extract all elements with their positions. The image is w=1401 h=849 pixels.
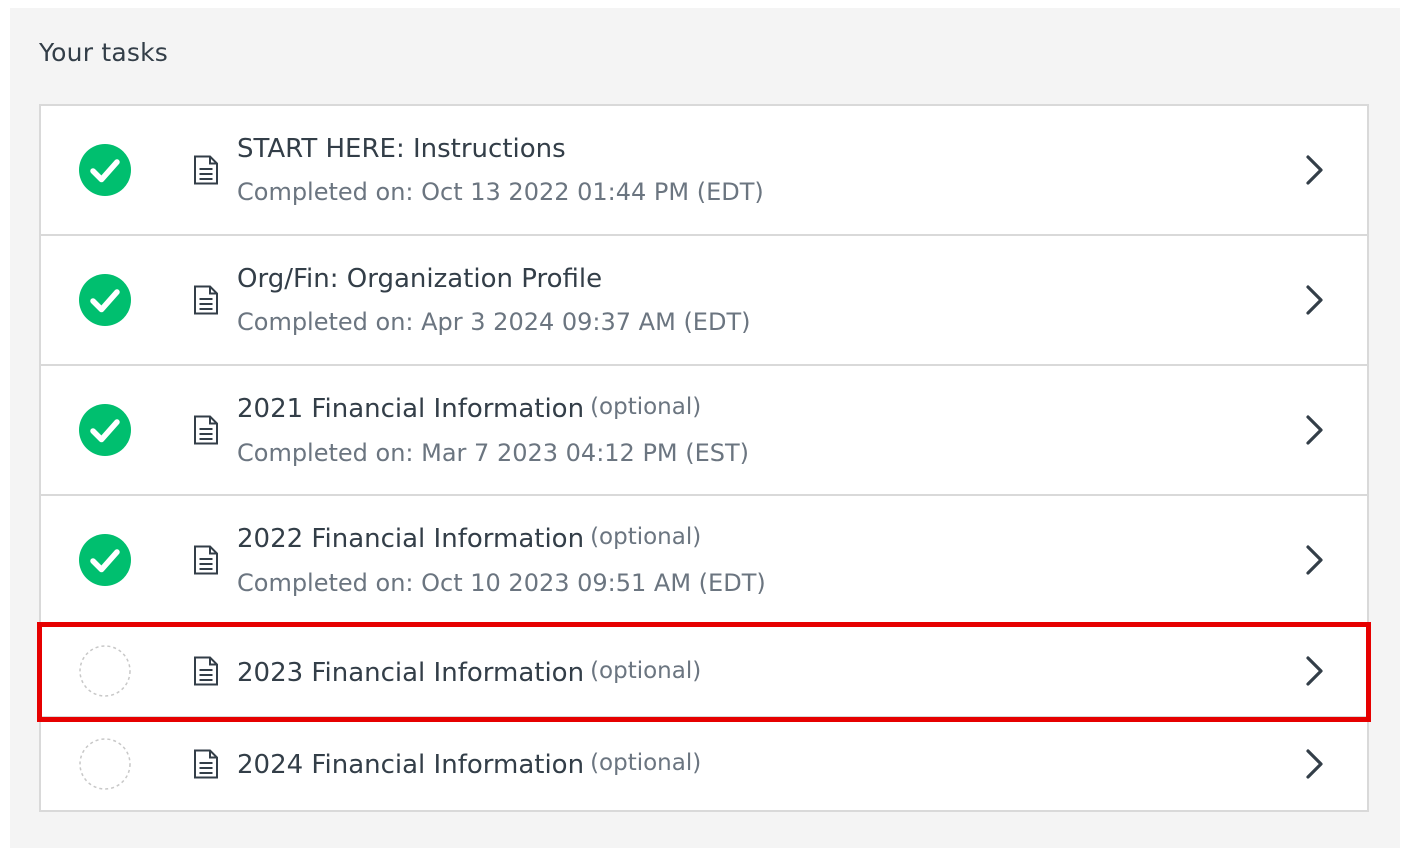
task-text: 2022 Financial Information (optional) Com… [237, 522, 1267, 598]
task-completed-date: Completed on: Mar 7 2023 04:12 PM (EST) [237, 439, 750, 467]
document-icon [193, 749, 219, 779]
task-row-organization-profile[interactable]: Org/Fin: Organization Profile Completed … [41, 236, 1367, 366]
task-text: 2024 Financial Information (optional) [237, 748, 1267, 783]
chevron-right-icon [1305, 655, 1325, 687]
document-icon [193, 415, 219, 445]
task-completed-date: Completed on: Oct 10 2023 09:51 AM (EDT) [237, 569, 766, 597]
empty-circle-icon [79, 738, 131, 790]
chevron-right-icon [1305, 284, 1325, 316]
check-circle-icon [79, 534, 131, 586]
task-row-start-here[interactable]: START HERE: Instructions Completed on: O… [41, 106, 1367, 236]
document-icon [193, 155, 219, 185]
task-row-2022-financial-information[interactable]: 2022 Financial Information (optional) Com… [41, 496, 1367, 626]
optional-label: (optional) [590, 394, 702, 420]
check-circle-icon [79, 144, 131, 196]
task-title: Org/Fin: Organization Profile [237, 264, 603, 294]
empty-circle-icon [79, 645, 131, 697]
document-icon [193, 285, 219, 315]
panel-title: Your tasks [39, 38, 168, 67]
task-title: 2022 Financial Information [237, 524, 585, 554]
task-title: START HERE: Instructions [237, 134, 566, 164]
task-title-line: START HERE: Instructions [237, 132, 1267, 166]
task-completed-date: Completed on: Oct 13 2022 01:44 PM (EDT) [237, 178, 764, 206]
chevron-right-icon [1305, 154, 1325, 186]
chevron-right-icon [1305, 544, 1325, 576]
task-title-line: Org/Fin: Organization Profile [237, 262, 1267, 296]
chevron-right-icon [1305, 748, 1325, 780]
task-title: 2024 Financial Information [237, 750, 585, 780]
optional-label: (optional) [590, 524, 702, 550]
task-row-2024-financial-information[interactable]: 2024 Financial Information (optional) [41, 718, 1367, 810]
check-circle-icon [79, 404, 131, 456]
chevron-right-icon [1305, 414, 1325, 446]
tasks-panel: Your tasks START HERE: Instructions Comp… [10, 8, 1400, 848]
task-row-2021-financial-information[interactable]: 2021 Financial Information (optional) Com… [41, 366, 1367, 496]
task-text: 2023 Financial Information (optional) [237, 656, 1267, 691]
document-icon [193, 656, 219, 686]
task-row-2023-financial-information[interactable]: 2023 Financial Information (optional) [37, 622, 1371, 722]
task-completed-date: Completed on: Apr 3 2024 09:37 AM (EDT) [237, 308, 751, 336]
task-text: Org/Fin: Organization Profile Completed … [237, 262, 1267, 337]
task-list: START HERE: Instructions Completed on: O… [37, 104, 1371, 812]
optional-label: (optional) [590, 750, 702, 776]
document-icon [193, 545, 219, 575]
task-text: 2021 Financial Information (optional) Com… [237, 392, 1267, 468]
optional-label: (optional) [590, 658, 702, 684]
task-title: 2023 Financial Information [237, 658, 585, 688]
task-title-line: 2021 Financial Information (optional) [237, 392, 1267, 427]
task-title-line: 2024 Financial Information (optional) [237, 748, 1267, 783]
task-title-line: 2023 Financial Information (optional) [237, 656, 1267, 691]
task-title-line: 2022 Financial Information (optional) [237, 522, 1267, 557]
task-title: 2021 Financial Information [237, 394, 585, 424]
check-circle-icon [79, 274, 131, 326]
task-text: START HERE: Instructions Completed on: O… [237, 132, 1267, 207]
